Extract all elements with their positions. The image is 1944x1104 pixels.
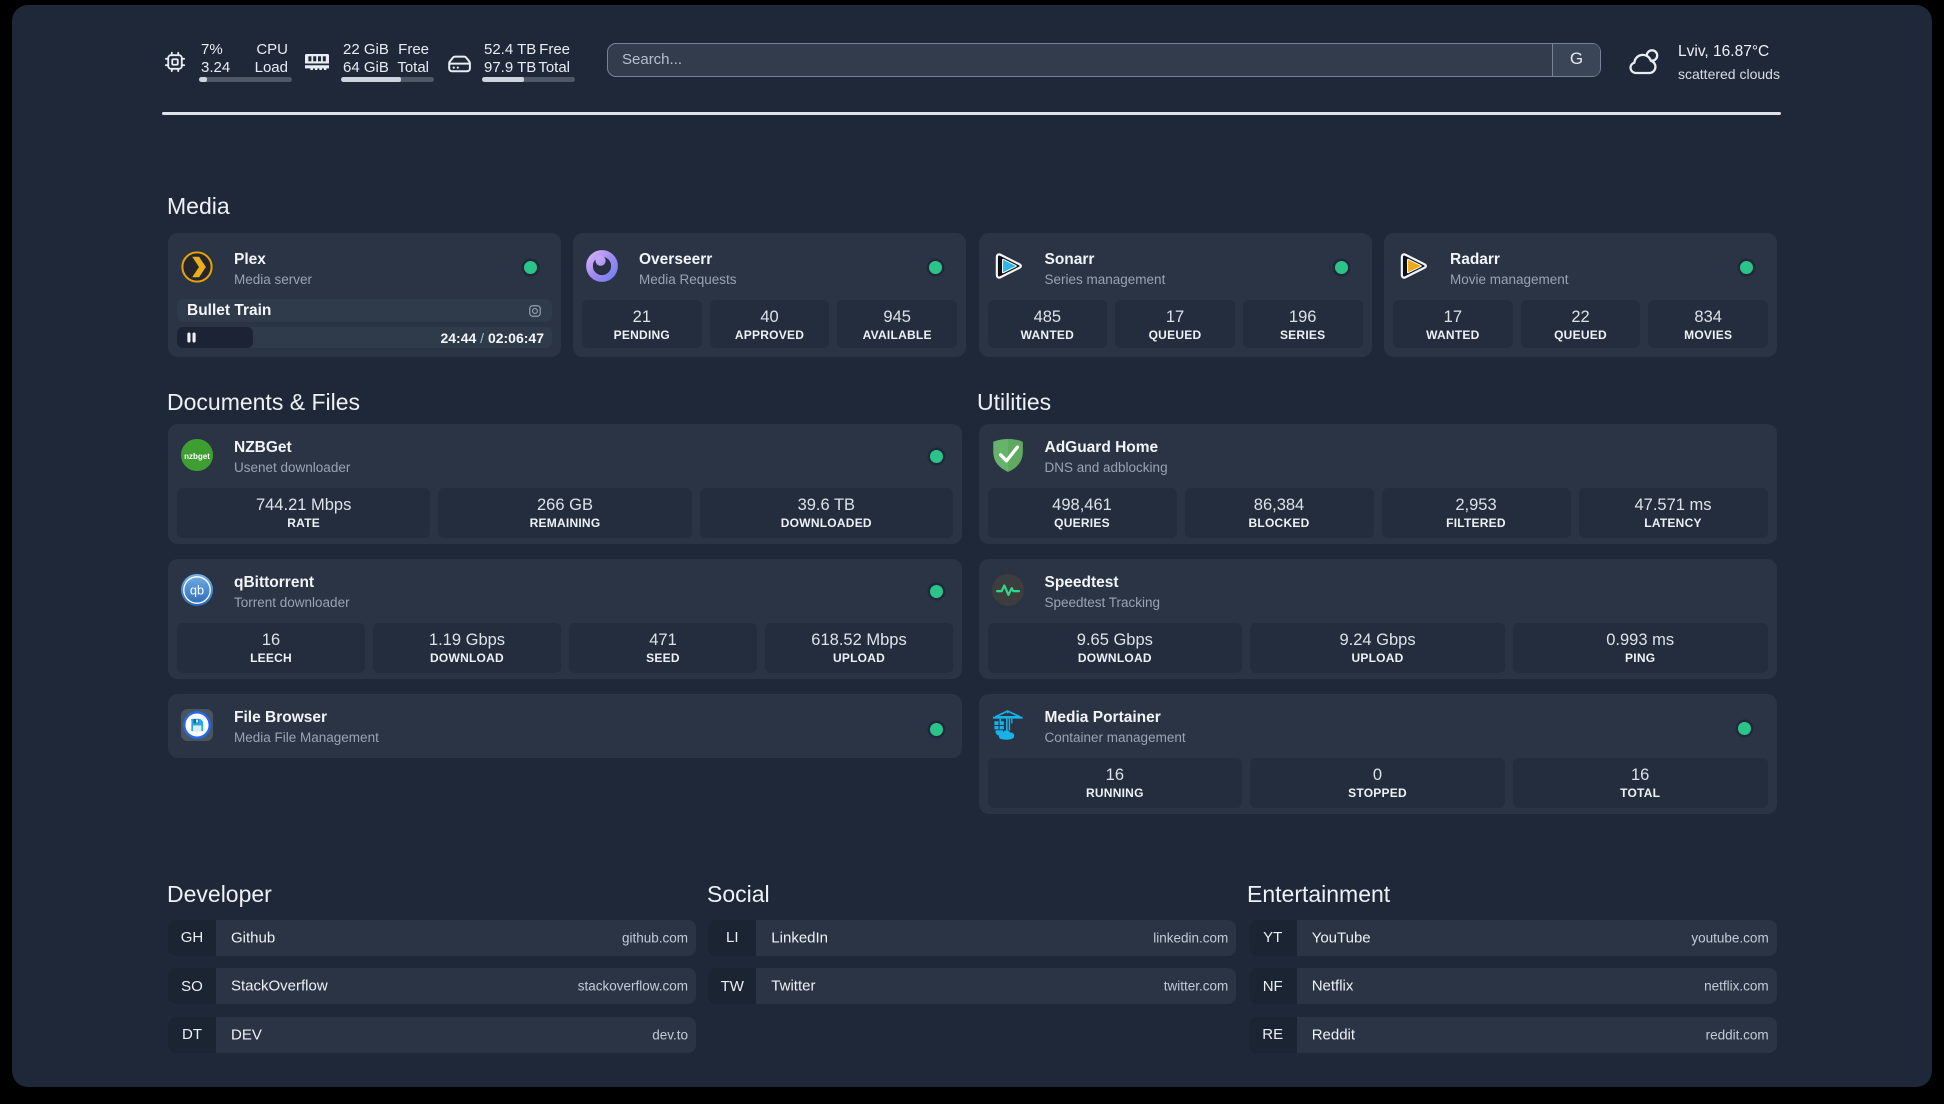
svg-text:nzbget: nzbget <box>184 452 210 461</box>
svg-text:qb: qb <box>190 583 204 598</box>
